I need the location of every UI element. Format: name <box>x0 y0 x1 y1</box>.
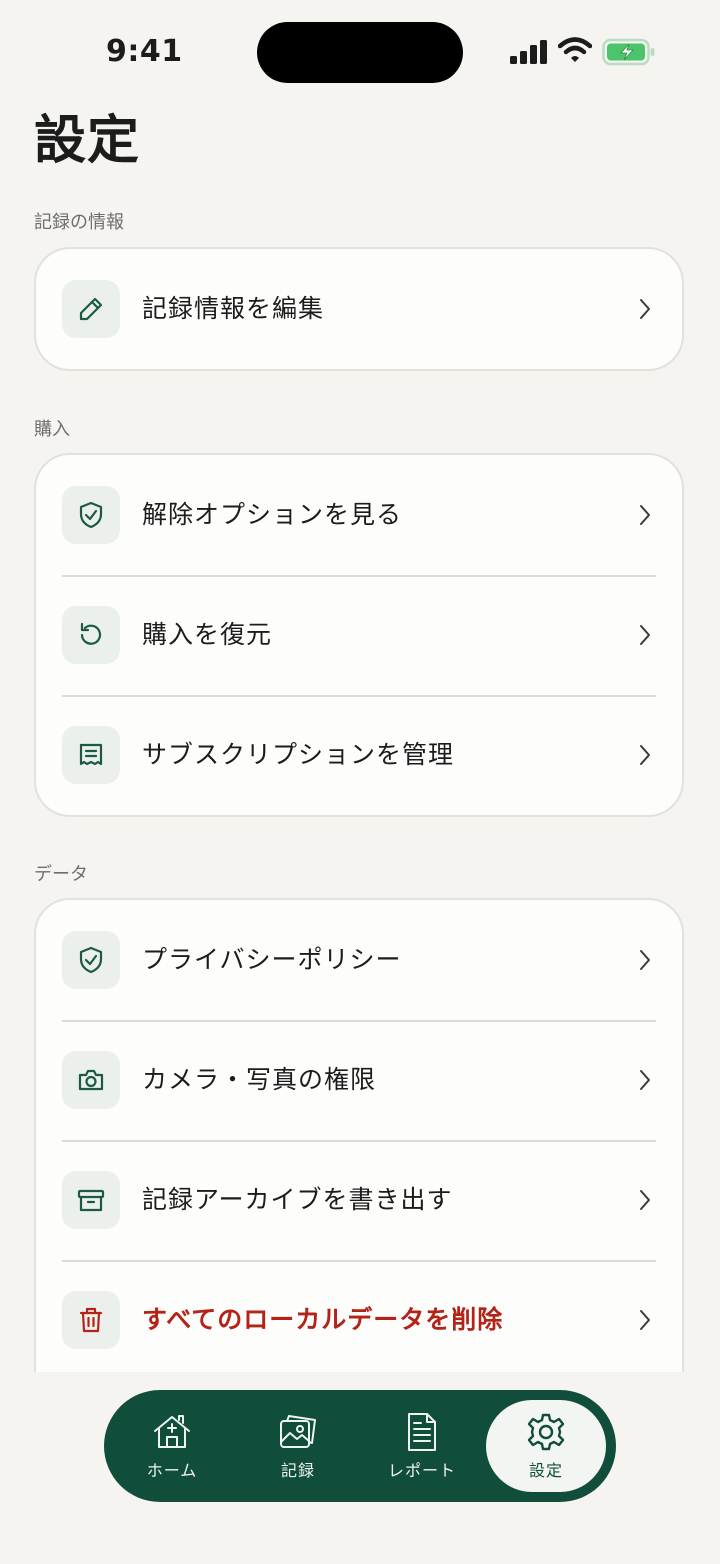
status-time: 9:41 <box>106 34 183 69</box>
row-export-archive[interactable]: 記録アーカイブを書き出す <box>36 1140 682 1260</box>
card-data: プライバシーポリシー カメラ・写真の権限 記録アーカイブを書き出す すべてのロー… <box>34 898 684 1418</box>
cellular-signal-icon <box>510 40 547 64</box>
row-label-danger: すべてのローカルデータを削除 <box>142 1305 504 1334</box>
tab-label: ホーム <box>146 1461 198 1480</box>
row-manage-subscription[interactable]: サブスクリプションを管理 <box>36 695 682 815</box>
tab-label: 設定 <box>528 1461 563 1480</box>
chevron-right-icon <box>640 1310 650 1330</box>
restore-icon <box>62 606 120 664</box>
row-label: サブスクリプションを管理 <box>142 740 455 769</box>
row-label: プライバシーポリシー <box>142 945 402 974</box>
page-title: 設定 <box>34 111 141 171</box>
receipt-icon <box>62 726 120 784</box>
shield-check-icon <box>62 931 120 989</box>
tab-home[interactable]: ホーム <box>112 1390 232 1502</box>
wifi-icon <box>558 37 592 62</box>
home-icon <box>154 1415 190 1448</box>
chevron-right-icon <box>640 299 650 319</box>
dynamic-island <box>257 22 463 83</box>
chevron-right-icon <box>640 505 650 525</box>
pencil-icon <box>62 280 120 338</box>
tab-label: レポート <box>387 1461 456 1480</box>
row-label: 記録アーカイブを書き出す <box>142 1185 453 1214</box>
camera-icon <box>62 1051 120 1109</box>
row-label: 解除オプションを見る <box>142 500 403 529</box>
chevron-right-icon <box>640 950 650 970</box>
row-privacy-policy[interactable]: プライバシーポリシー <box>36 900 682 1020</box>
chevron-right-icon <box>640 625 650 645</box>
row-delete-all-local-data[interactable]: すべてのローカルデータを削除 <box>36 1260 682 1380</box>
tab-settings[interactable]: 設定 <box>486 1400 606 1492</box>
row-label: 購入を復元 <box>142 620 273 649</box>
shield-check-icon <box>62 486 120 544</box>
chevron-right-icon <box>640 1190 650 1210</box>
row-label: 記録情報を編集 <box>142 294 325 323</box>
card-record-info: 記録情報を編集 <box>34 247 684 371</box>
tab-records[interactable]: 記録 <box>238 1390 358 1502</box>
section-label-purchase: 購入 <box>34 419 70 440</box>
row-view-unlock-options[interactable]: 解除オプションを見る <box>36 455 682 575</box>
section-label-data: データ <box>34 864 88 885</box>
archive-icon <box>62 1171 120 1229</box>
gear-icon <box>527 1413 565 1451</box>
photos-icon <box>280 1415 316 1448</box>
trash-icon <box>62 1291 120 1349</box>
tab-report[interactable]: レポート <box>362 1390 482 1502</box>
tab-bar: ホーム 記録 レポート 設定 <box>104 1390 616 1502</box>
chevron-right-icon <box>640 745 650 765</box>
row-label: カメラ・写真の権限 <box>142 1065 377 1094</box>
row-restore-purchases[interactable]: 購入を復元 <box>36 575 682 695</box>
battery-charging-icon <box>602 38 655 66</box>
document-icon <box>408 1413 436 1451</box>
status-bar: 9:41 <box>0 0 720 100</box>
card-purchase: 解除オプションを見る 購入を復元 サブスクリプションを管理 <box>34 453 684 817</box>
section-label-record-info: 記録の情報 <box>34 212 124 233</box>
chevron-right-icon <box>640 1070 650 1090</box>
row-edit-record-info[interactable]: 記録情報を編集 <box>36 249 682 369</box>
row-camera-photo-permissions[interactable]: カメラ・写真の権限 <box>36 1020 682 1140</box>
tab-label: 記録 <box>280 1461 315 1480</box>
